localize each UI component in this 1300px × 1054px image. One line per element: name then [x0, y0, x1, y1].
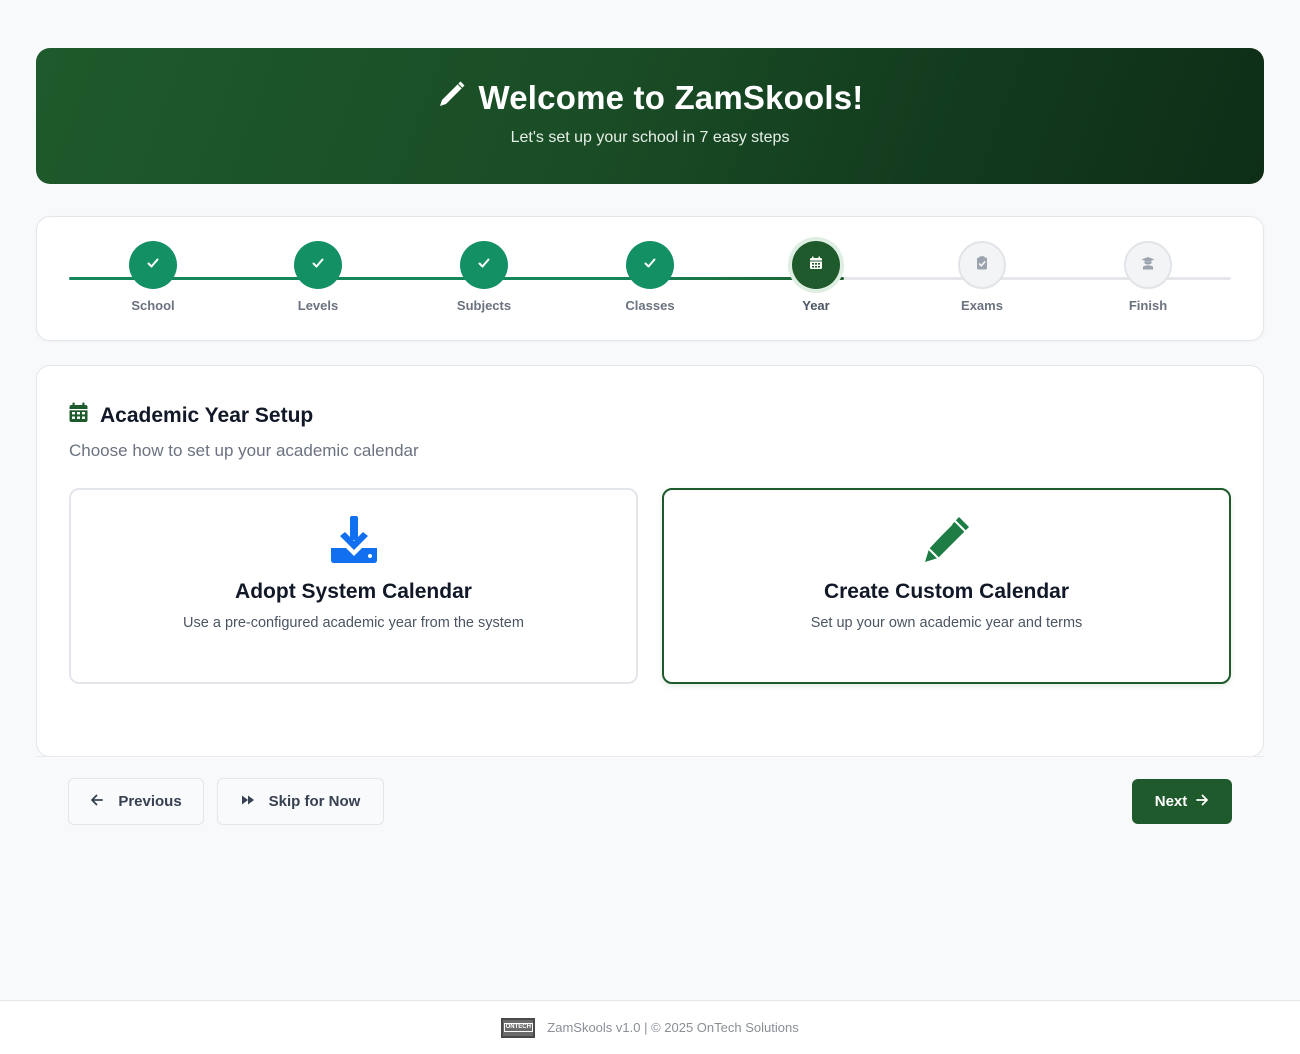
step-subjects[interactable]: Subjects: [424, 241, 544, 313]
section-subtitle: Choose how to set up your academic calen…: [69, 441, 419, 460]
welcome-banner: Welcome to ZamSkools! Let's set up your …: [36, 48, 1264, 184]
check-icon: [145, 255, 161, 276]
check-icon: [310, 255, 326, 276]
skip-for-now-button[interactable]: Skip for Now: [217, 778, 384, 825]
step-label-exams: Exams: [961, 298, 1003, 313]
step-label-school: School: [131, 298, 175, 313]
step-circle-year: [792, 241, 840, 289]
clipboard-check-icon: [974, 255, 990, 276]
step-label-classes: Classes: [625, 298, 675, 313]
adopt-option-title: Adopt System Calendar: [235, 580, 472, 603]
step-exams[interactable]: Exams: [922, 241, 1042, 313]
skip-label: Skip for Now: [268, 793, 361, 810]
section-title: Academic Year Setup: [69, 402, 313, 429]
academic-year-card: Academic Year Setup Choose how to set up…: [36, 365, 1264, 757]
step-circle-classes: [626, 241, 674, 289]
create-custom-calendar-option[interactable]: Create Custom Calendar Set up your own a…: [662, 488, 1231, 684]
graduate-icon: [1140, 255, 1156, 276]
footer-text: ZamSkools v1.0 | © 2025 OnTech Solutions: [547, 1020, 799, 1035]
step-label-levels: Levels: [297, 298, 339, 313]
logo-text: ONTECH: [503, 1023, 533, 1032]
check-icon: [642, 255, 658, 276]
step-circle-subjects: [460, 241, 508, 289]
download-icon: [71, 514, 636, 564]
step-circle-finish: [1124, 241, 1172, 289]
ontech-logo: ONTECH: [501, 1017, 536, 1038]
calendar-icon: [808, 255, 824, 276]
adopt-system-calendar-option[interactable]: Adopt System Calendar Use a pre-configur…: [69, 488, 638, 684]
nav-divider: [36, 756, 1264, 757]
banner-title-text: Welcome to ZamSkools!: [478, 79, 864, 116]
step-school[interactable]: School: [93, 241, 213, 313]
next-button[interactable]: Next: [1132, 779, 1232, 824]
progress-stepper: School Levels Subjects Classes Year Exam…: [36, 216, 1264, 341]
previous-button[interactable]: Previous: [68, 778, 204, 825]
section-title-text: Academic Year Setup: [100, 403, 314, 427]
fast-forward-icon: [241, 793, 255, 811]
calendar-icon: [69, 402, 88, 429]
arrow-right-icon: [1195, 793, 1209, 811]
pencil-icon: [436, 78, 468, 118]
banner-title: Welcome to ZamSkools!: [36, 78, 1264, 118]
banner-subtitle: Let's set up your school in 7 easy steps: [510, 129, 790, 146]
check-icon: [476, 255, 492, 276]
custom-option-description: Set up your own academic year and terms: [810, 615, 1083, 631]
step-circle-school: [129, 241, 177, 289]
step-levels[interactable]: Levels: [258, 241, 378, 313]
step-label-subjects: Subjects: [456, 298, 512, 313]
previous-label: Previous: [118, 793, 182, 810]
step-label-year: Year: [802, 298, 830, 313]
pencil-icon: [664, 514, 1229, 564]
footer: ONTECH ZamSkools v1.0 | © 2025 OnTech So…: [0, 1000, 1300, 1054]
step-finish[interactable]: Finish: [1088, 241, 1208, 313]
step-year[interactable]: Year: [756, 241, 876, 313]
step-label-finish: Finish: [1128, 298, 1168, 313]
step-circle-levels: [294, 241, 342, 289]
arrow-left-icon: [90, 793, 104, 811]
next-label: Next: [1154, 793, 1188, 810]
step-circle-exams: [958, 241, 1006, 289]
custom-option-title: Create Custom Calendar: [823, 580, 1070, 603]
adopt-option-description: Use a pre-configured academic year from …: [183, 615, 524, 631]
step-classes[interactable]: Classes: [590, 241, 710, 313]
